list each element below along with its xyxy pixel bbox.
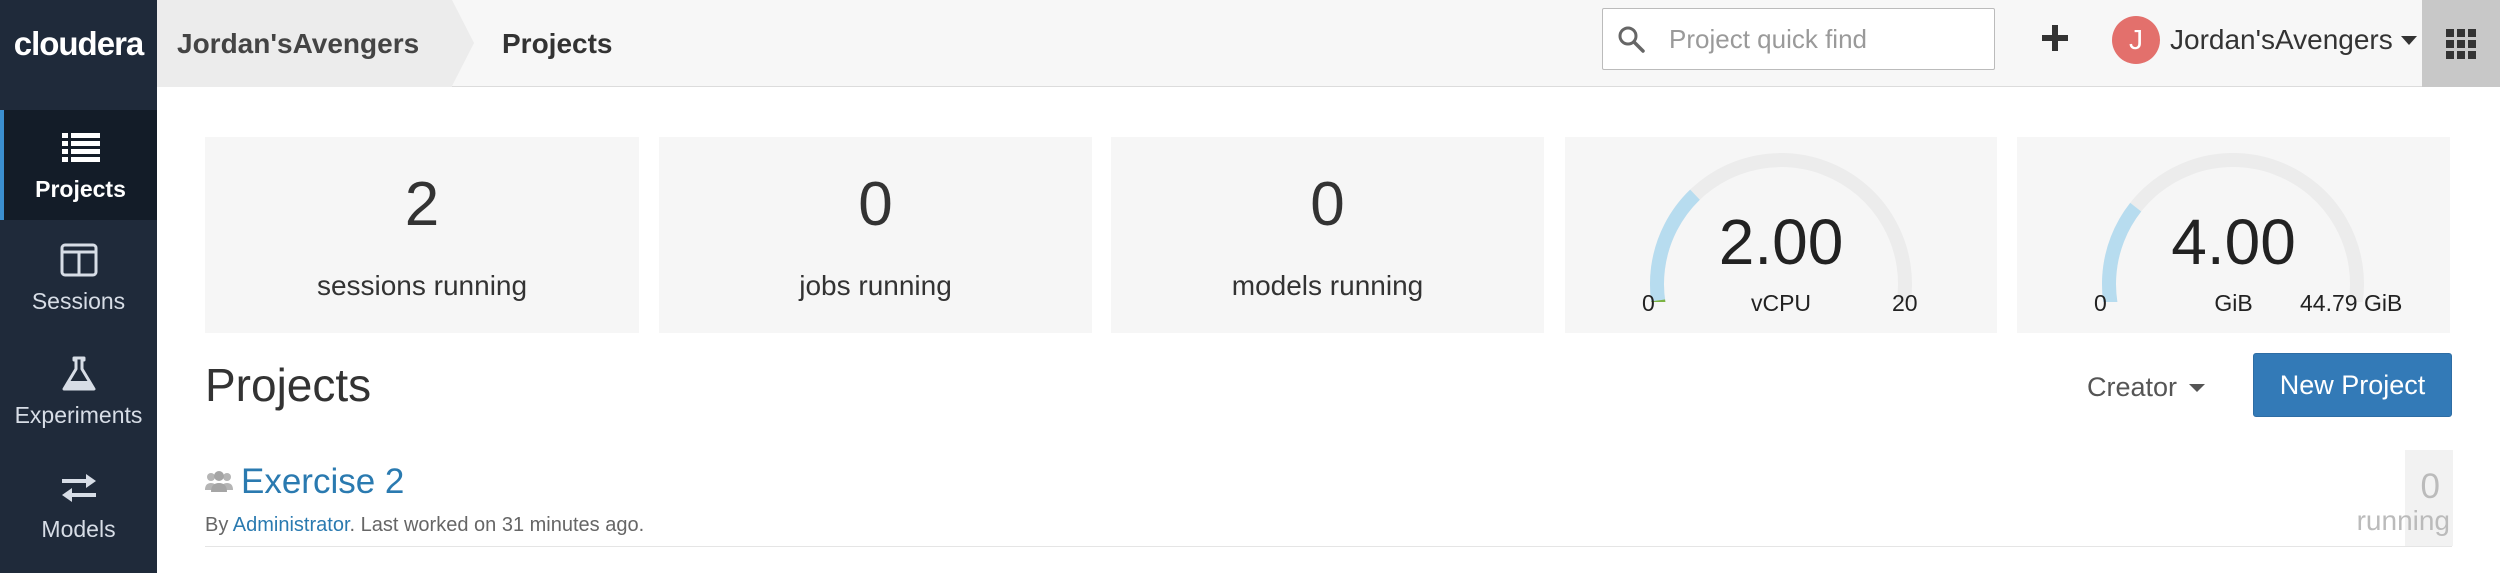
models-label: models running <box>1231 270 1424 301</box>
flask-icon <box>59 354 99 394</box>
cloudera-logo[interactable]: cloudera <box>0 0 157 87</box>
avatar[interactable]: J <box>2112 16 2160 64</box>
apps-grid-icon[interactable] <box>2422 0 2500 87</box>
sessions-card: 2 sessions running <box>205 137 639 333</box>
search-input[interactable] <box>1669 23 1989 55</box>
sidebar-item-label: Experiments <box>14 401 143 428</box>
vcpu-gauge-card: 2.00 0 vCPU 20 <box>1565 137 1997 333</box>
sidebar-item-label: Sessions <box>31 287 126 314</box>
creator-filter[interactable]: Creator <box>2087 372 2206 403</box>
sidebar-item-models[interactable]: Models <box>0 450 157 560</box>
project-running-count: 0 <box>2420 467 2440 506</box>
sidebar-item-sessions[interactable]: Sessions <box>0 222 157 332</box>
sessions-icon <box>59 240 99 280</box>
chevron-down-icon <box>2189 383 2206 392</box>
sessions-label: sessions running <box>316 270 528 301</box>
vcpu-unit: vCPU <box>1750 290 1812 316</box>
add-icon[interactable] <box>2035 18 2075 58</box>
sidebar-item-label: Models <box>41 515 116 542</box>
search-icon <box>1617 25 1657 53</box>
creator-filter-label: Creator <box>2087 372 2178 402</box>
arrows-icon <box>59 468 99 508</box>
project-meta: By Administrator. Last worked on 31 minu… <box>205 514 644 537</box>
chevron-down-icon <box>2400 35 2417 45</box>
jobs-label: jobs running <box>799 270 952 301</box>
project-creator-link[interactable]: Administrator <box>233 514 350 536</box>
memory-value: 4.00 <box>2171 206 2296 278</box>
list-icon <box>61 128 101 168</box>
row-divider <box>205 546 2452 547</box>
project-by: By <box>205 514 229 536</box>
breadcrumb-team[interactable]: Jordan'sAvengers <box>157 0 452 87</box>
models-count: 0 <box>1310 170 1345 239</box>
vcpu-max: 20 <box>1892 290 1918 316</box>
breadcrumb-separator <box>452 0 474 86</box>
project-running-label: running <box>2356 505 2450 536</box>
jobs-card: 0 jobs running <box>659 137 1092 333</box>
section-title: Projects <box>205 359 372 411</box>
models-card: 0 models running <box>1111 137 1544 333</box>
team-icon <box>205 470 233 497</box>
user-name: Jordan'sAvengers <box>2170 24 2393 55</box>
sidebar-item-experiments[interactable]: Experiments <box>0 336 157 446</box>
top-bar: Jordan'sAvengers Projects J Jordan'sAven… <box>157 0 2500 87</box>
user-menu[interactable]: Jordan'sAvengers <box>2170 0 2417 80</box>
sessions-count: 2 <box>404 170 440 239</box>
project-last-worked: . Last worked on 31 minutes ago. <box>349 514 645 536</box>
sidebar-item-label: Projects <box>35 175 126 202</box>
memory-gauge-card: 4.00 0 GiB 44.79 GiB <box>2017 137 2450 333</box>
sidebar: cloudera Projects Sessions Experiments M… <box>0 0 157 573</box>
project-search[interactable] <box>1602 8 1995 70</box>
project-name-link[interactable]: Exercise 2 <box>241 462 404 502</box>
new-project-button[interactable]: New Project <box>2253 353 2452 417</box>
vcpu-value: 2.00 <box>1718 206 1844 278</box>
sidebar-item-projects[interactable]: Projects <box>0 110 157 220</box>
memory-max: 44.79 GiB <box>2300 290 2403 316</box>
jobs-count: 0 <box>858 170 893 239</box>
breadcrumb-page: Projects <box>502 27 613 59</box>
